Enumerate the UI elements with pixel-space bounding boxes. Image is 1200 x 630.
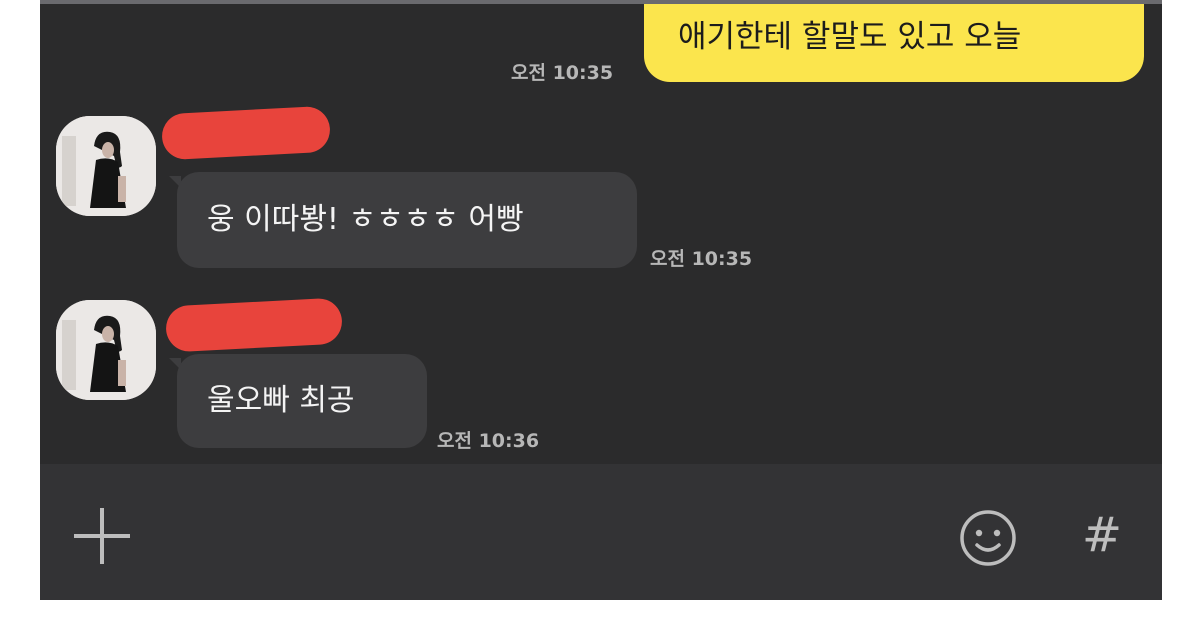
redacted-sender-name (160, 105, 332, 161)
message-list[interactable]: 애기한테 할말도 있고 오늘 오전 10:35 웅 이따봥! ㅎㅎㅎㅎ 어빵 오… (40, 4, 1162, 464)
message-timestamp: 오전 10:35 (511, 62, 614, 84)
hash-icon[interactable]: # (1074, 500, 1130, 570)
incoming-message-bubble[interactable]: 울오빠 최공 (177, 354, 427, 448)
message-text: 웅 이따봥! ㅎㅎㅎㅎ 어빵 (207, 202, 524, 237)
message-timestamp: 오전 10:36 (437, 430, 540, 452)
message-input-bar[interactable]: # (40, 464, 1162, 600)
plus-icon[interactable] (74, 508, 130, 564)
smiley-icon[interactable] (958, 508, 1018, 568)
chat-window: 애기한테 할말도 있고 오늘 오전 10:35 웅 이따봥! ㅎㅎㅎㅎ 어빵 오… (40, 0, 1162, 600)
message-text: 울오빠 최공 (207, 383, 355, 418)
redacted-sender-name (164, 297, 344, 353)
sender-avatar[interactable] (56, 300, 156, 400)
incoming-message-bubble[interactable]: 웅 이따봥! ㅎㅎㅎㅎ 어빵 (177, 172, 637, 268)
sender-avatar[interactable] (56, 116, 156, 216)
message-timestamp: 오전 10:35 (650, 248, 753, 270)
outgoing-message-bubble[interactable]: 애기한테 할말도 있고 오늘 (644, 4, 1144, 82)
message-text: 애기한테 할말도 있고 오늘 (678, 19, 1022, 55)
